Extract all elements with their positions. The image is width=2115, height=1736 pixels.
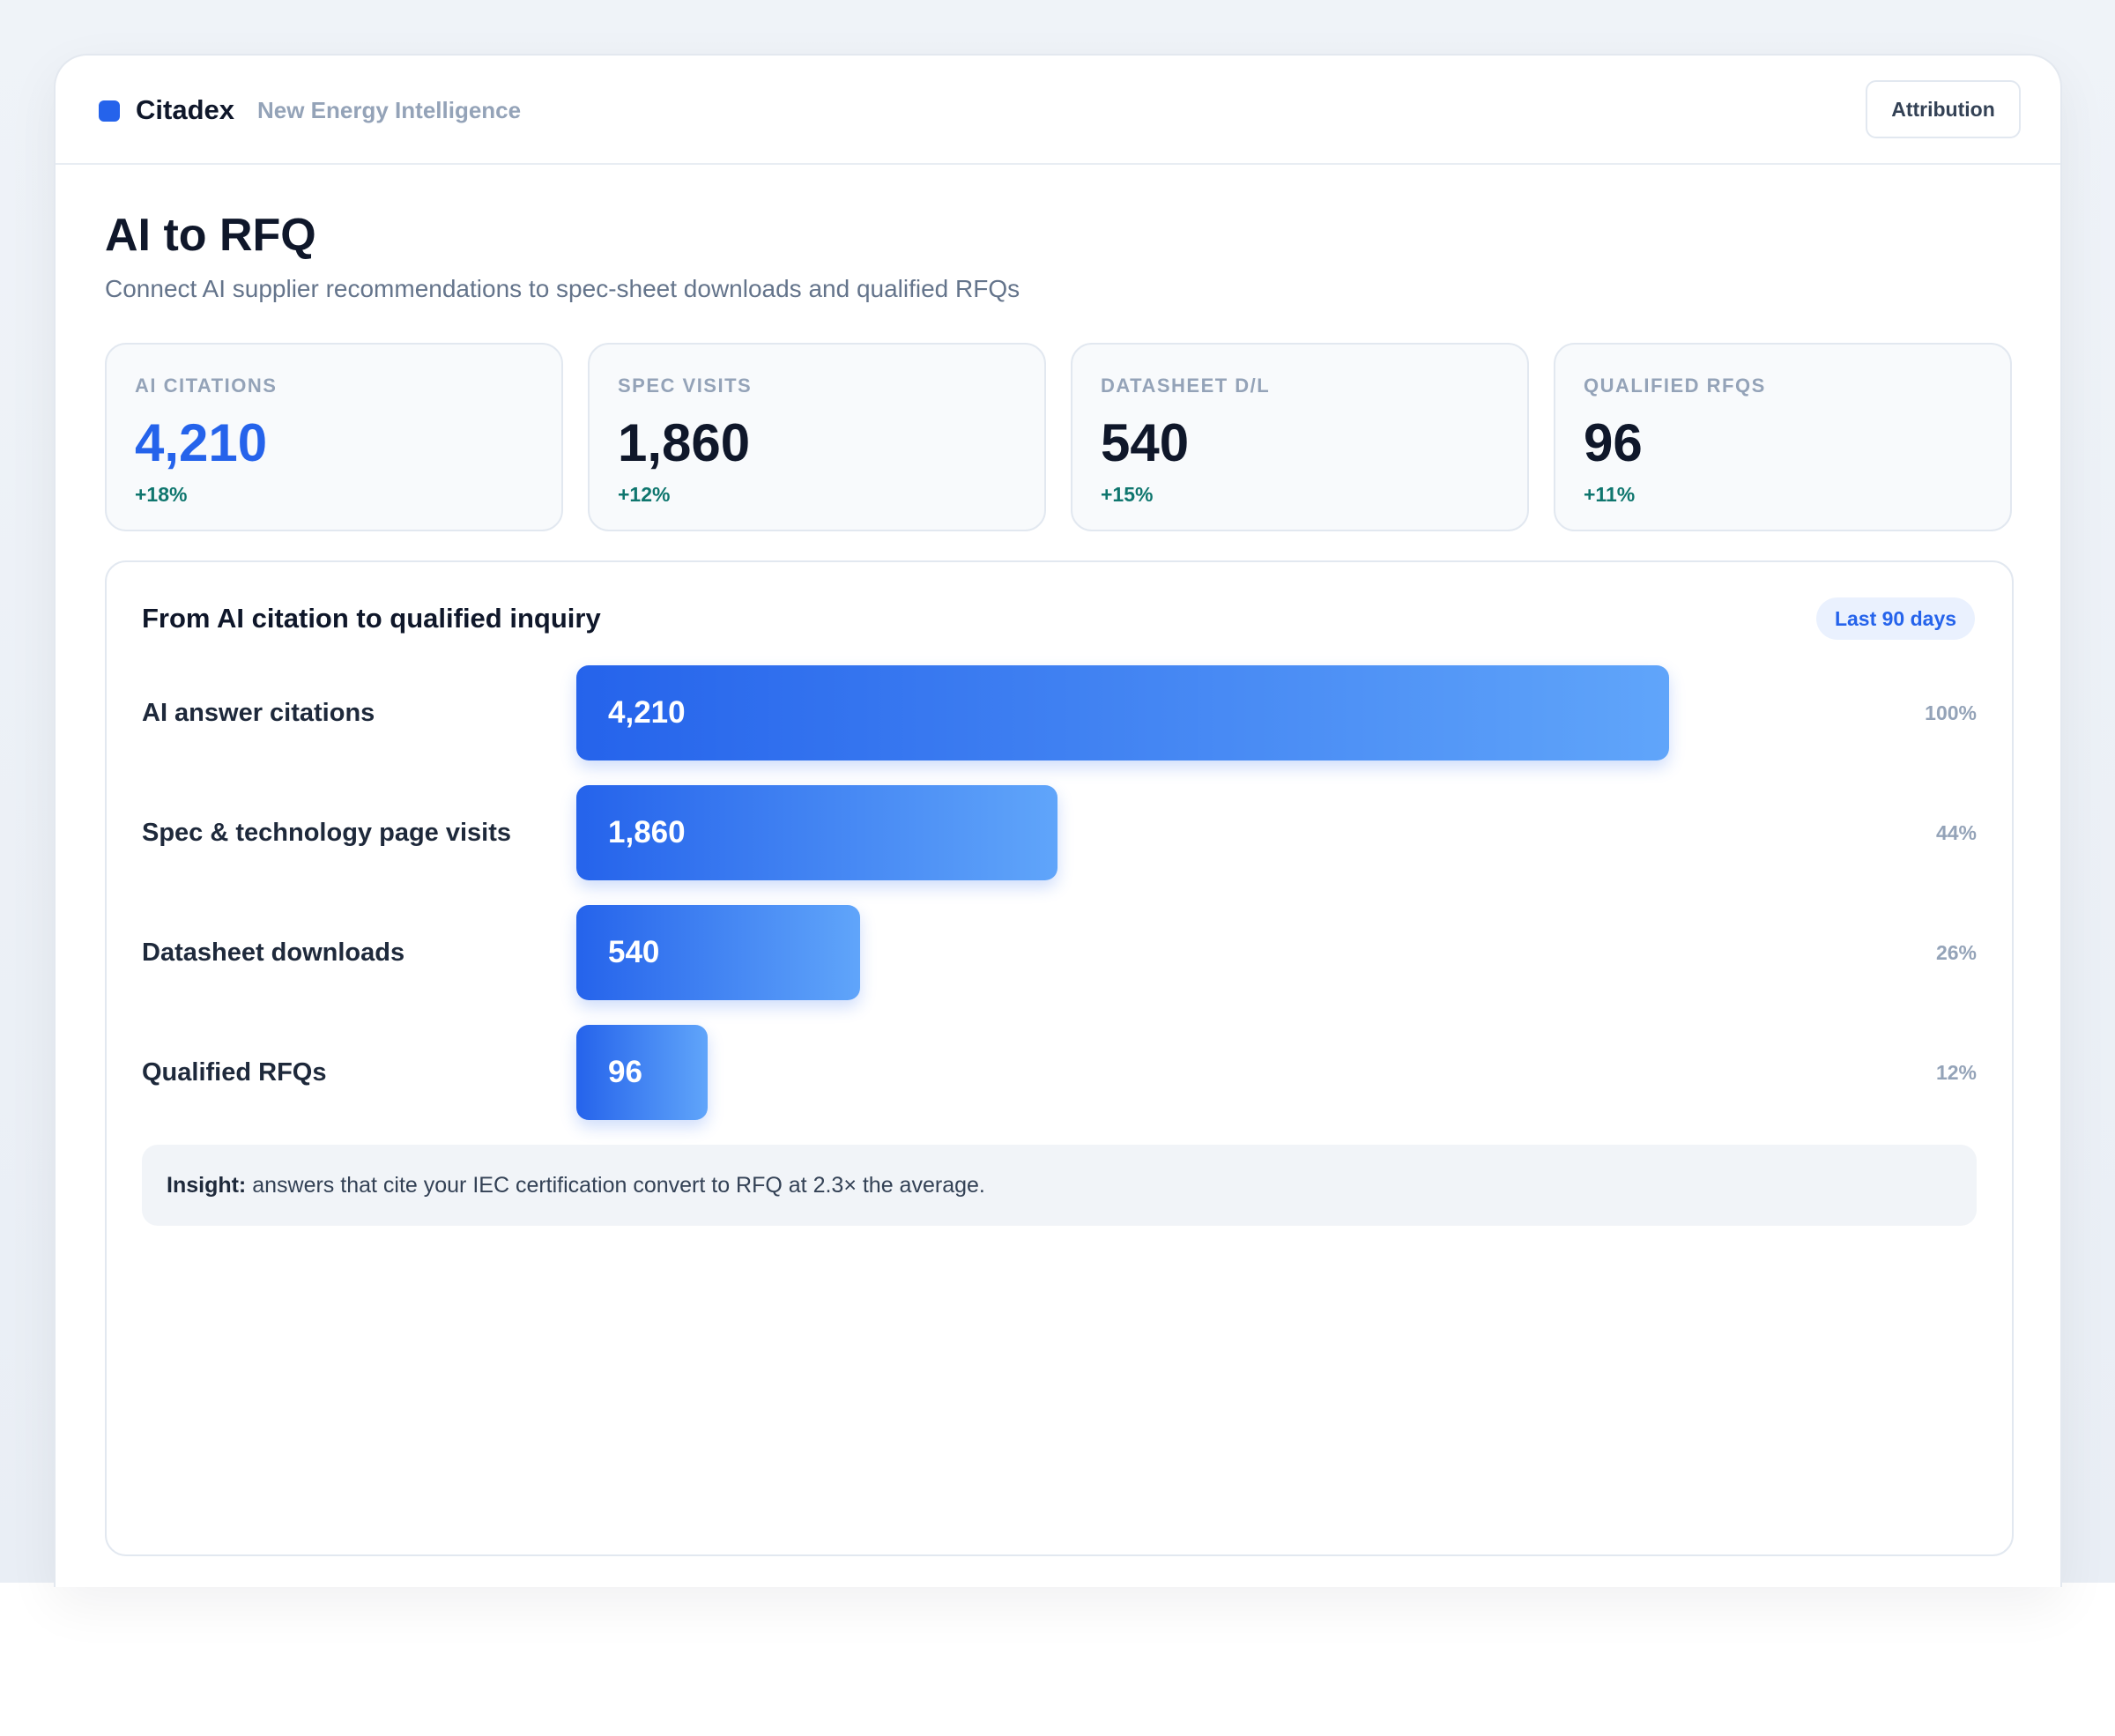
kpi-card-spec-visits: SPEC VISITS 1,860 +12%	[588, 343, 1046, 531]
top-bar: Citadex New Energy Intelligence Attribut…	[56, 56, 2060, 165]
funnel-row-label: AI answer citations	[142, 699, 375, 727]
funnel-bar: 4,210	[576, 665, 1669, 760]
kpi-value: 540	[1101, 413, 1190, 472]
funnel-bar: 96	[576, 1025, 708, 1120]
funnel-bar-value: 96	[608, 1055, 642, 1089]
funnel-bar-value: 1,860	[608, 815, 686, 849]
funnel-title: From AI citation to qualified inquiry	[142, 603, 601, 634]
kpi-delta: +12%	[618, 483, 671, 506]
insight-text: Insight: answers that cite your IEC cert…	[167, 1169, 985, 1201]
kpi-label: QUALIFIED RFQS	[1584, 375, 1766, 397]
insight-body: answers that cite your IEC certification…	[246, 1173, 985, 1198]
kpi-value: 4,210	[135, 413, 268, 472]
funnel-row-percent: 100%	[1925, 701, 1977, 724]
page-subtitle: Connect AI supplier recommendations to s…	[105, 275, 1020, 302]
kpi-card-qualified-rfqs: QUALIFIED RFQS 96 +11%	[1554, 343, 2012, 531]
attribution-button[interactable]: Attribution	[1866, 80, 2021, 138]
funnel-row-percent: 26%	[1935, 941, 1977, 964]
funnel-row-ai-citations: AI answer citations 4,210 100%	[107, 665, 2012, 760]
kpi-delta: +15%	[1101, 483, 1154, 506]
funnel-panel: From AI citation to qualified inquiry La…	[105, 560, 2014, 1556]
kpi-label: AI CITATIONS	[135, 375, 278, 397]
funnel-row-percent: 12%	[1935, 1061, 1977, 1084]
kpi-delta: +11%	[1584, 483, 1636, 506]
brand-subtitle: New Energy Intelligence	[257, 97, 522, 123]
kpi-label: DATASHEET D/L	[1101, 375, 1271, 397]
funnel-bar-value: 4,210	[608, 695, 686, 730]
insight-callout: Insight: answers that cite your IEC cert…	[142, 1145, 1977, 1226]
insight-label: Insight:	[167, 1173, 247, 1198]
funnel-row-qualified-rfqs: Qualified RFQs 96 12%	[107, 1025, 2012, 1120]
funnel-row-datasheet-downloads: Datasheet downloads 540 26%	[107, 905, 2012, 1000]
funnel-bar: 1,860	[576, 785, 1058, 880]
kpi-value: 1,860	[618, 413, 751, 472]
funnel-row-percent: 44%	[1935, 821, 1977, 844]
kpi-value: 96	[1584, 413, 1643, 472]
brand-logo-icon	[99, 100, 120, 122]
funnel-bar: 540	[576, 905, 860, 1000]
kpi-card-datasheet-downloads: DATASHEET D/L 540 +15%	[1071, 343, 1529, 531]
app-window: Citadex New Energy Intelligence Attribut…	[54, 54, 2062, 1587]
funnel-row-spec-visits: Spec & technology page visits 1,860 44%	[107, 785, 2012, 880]
brand-name: Citadex	[136, 94, 234, 125]
kpi-label: SPEC VISITS	[618, 375, 753, 397]
kpi-card-ai-citations: AI CITATIONS 4,210 +18%	[105, 343, 563, 531]
page-title: AI to RFQ	[105, 210, 316, 261]
funnel-row-label: Datasheet downloads	[142, 938, 405, 967]
kpi-delta: +18%	[135, 483, 188, 506]
date-range-badge[interactable]: Last 90 days	[1816, 597, 1975, 640]
funnel-row-label: Qualified RFQs	[142, 1058, 327, 1087]
funnel-row-label: Spec & technology page visits	[142, 819, 511, 847]
funnel-bar-value: 540	[608, 935, 660, 969]
